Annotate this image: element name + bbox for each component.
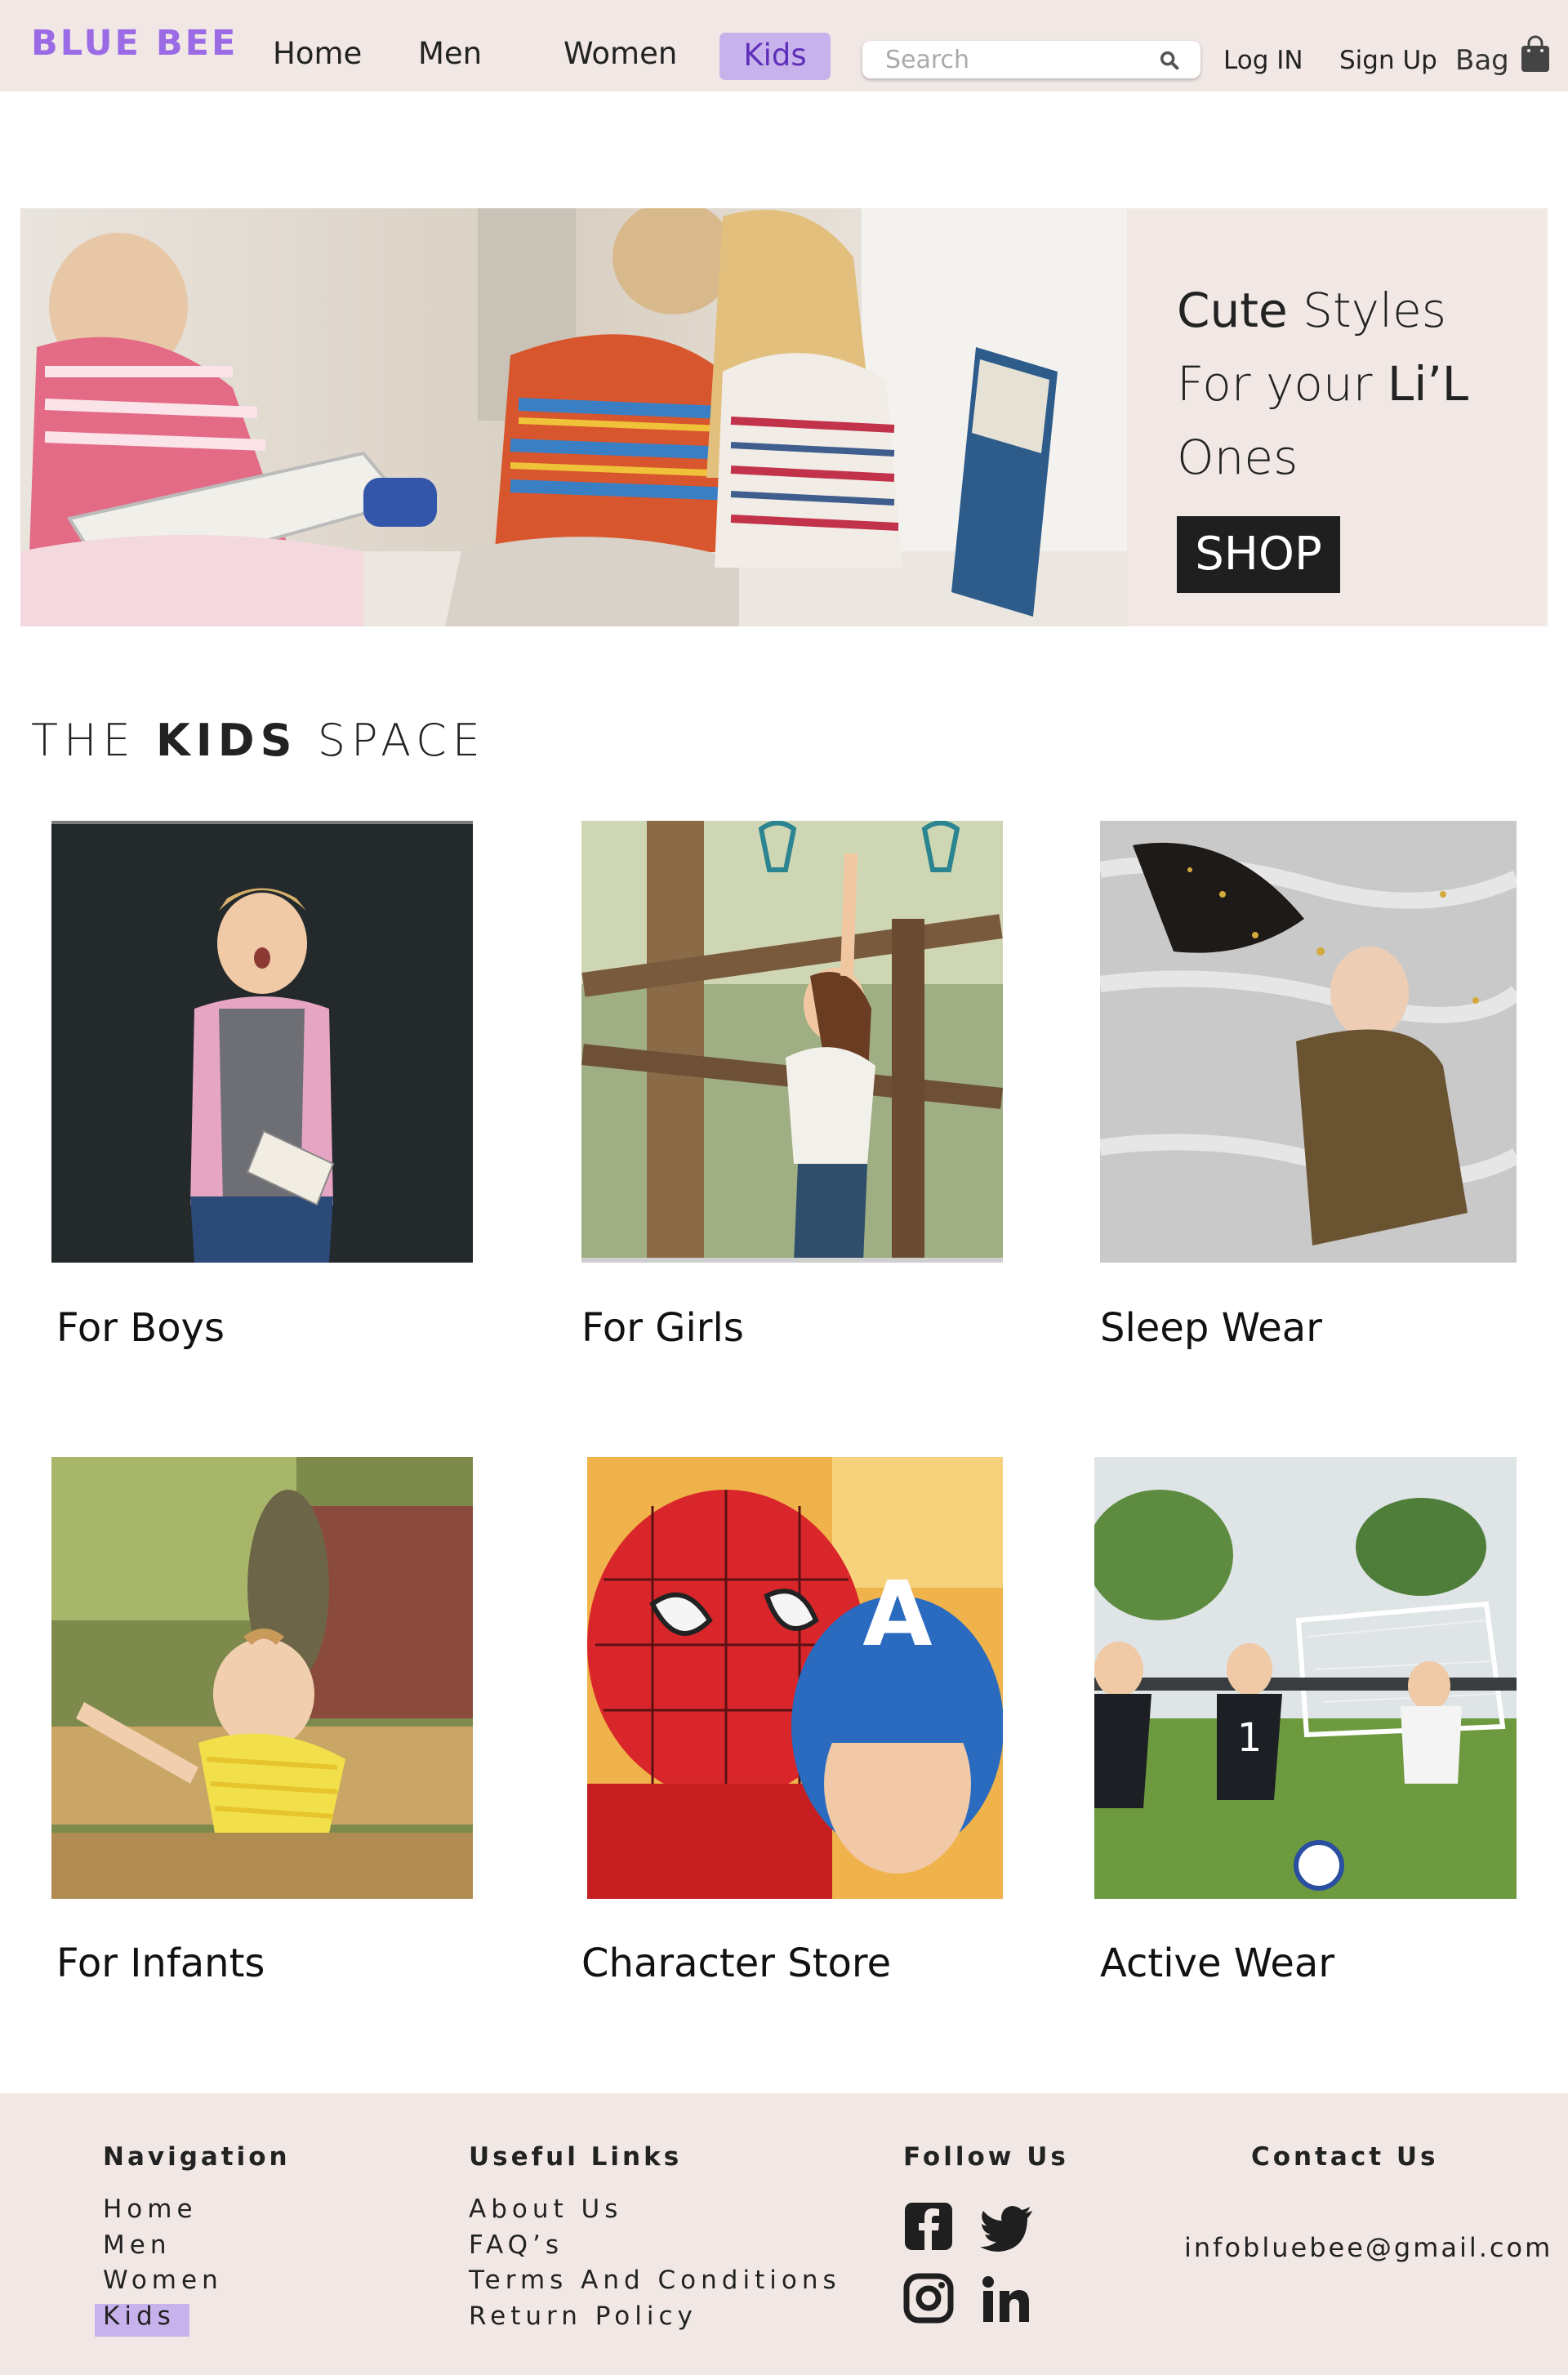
- hero-line-1-bold: Cute: [1177, 283, 1288, 338]
- svg-text:1: 1: [1237, 1715, 1263, 1761]
- twitter-icon[interactable]: [978, 2201, 1036, 2252]
- category-image-activewear[interactable]: 1: [1094, 1457, 1517, 1899]
- hero-line-1-rest: Styles: [1287, 283, 1447, 338]
- hero-line-3: Ones: [1177, 430, 1298, 485]
- nav-home[interactable]: Home: [273, 36, 362, 71]
- search-input[interactable]: [885, 46, 1155, 74]
- category-label-sleepwear[interactable]: Sleep Wear: [1100, 1305, 1322, 1351]
- site-logo[interactable]: BLUE BEE: [31, 23, 238, 64]
- shopping-bag-icon[interactable]: [1519, 34, 1552, 74]
- category-image-girls[interactable]: [581, 821, 1003, 1263]
- nav-kids-active[interactable]: Kids: [719, 33, 831, 80]
- svg-text:A: A: [862, 1562, 932, 1666]
- footer-nav-heading: Navigation: [103, 2142, 291, 2172]
- category-image-boys[interactable]: [51, 821, 473, 1263]
- section-title-pre: THE: [31, 715, 156, 766]
- category-label-character-store[interactable]: Character Store: [581, 1941, 891, 1986]
- bag-link[interactable]: Bag: [1455, 44, 1509, 77]
- hero-line-1: Cute Styles: [1177, 274, 1468, 347]
- category-image-character-store[interactable]: A: [587, 1457, 1003, 1899]
- footer-useful-heading: Useful Links: [469, 2142, 683, 2172]
- footer-nav-men[interactable]: Men: [103, 2230, 171, 2260]
- section-title-bold: KIDS: [155, 715, 298, 766]
- footer-terms-link[interactable]: Terms And Conditions: [469, 2266, 841, 2295]
- search-icon[interactable]: [1158, 49, 1181, 72]
- footer-nav-home[interactable]: Home: [103, 2195, 198, 2224]
- category-label-boys[interactable]: For Boys: [56, 1305, 225, 1351]
- facebook-icon[interactable]: [903, 2201, 954, 2252]
- nav-men[interactable]: Men: [418, 36, 482, 71]
- login-link[interactable]: Log IN: [1223, 46, 1303, 75]
- hero-image: [20, 208, 1127, 626]
- category-label-infants[interactable]: For Infants: [56, 1941, 265, 1986]
- category-label-girls[interactable]: For Girls: [581, 1305, 744, 1351]
- linkedin-icon[interactable]: [980, 2275, 1031, 2325]
- signup-link[interactable]: Sign Up: [1339, 46, 1437, 75]
- footer-contact-heading: Contact Us: [1251, 2142, 1439, 2172]
- hero-line-2: For your Li’L: [1177, 347, 1468, 421]
- section-title-post: SPACE: [297, 715, 486, 766]
- shop-button[interactable]: SHOP: [1177, 516, 1340, 593]
- category-image-infants[interactable]: [51, 1457, 473, 1899]
- hero-line-2-rest: For your: [1177, 356, 1388, 412]
- category-image-sleepwear[interactable]: [1100, 821, 1517, 1263]
- nav-women[interactable]: Women: [564, 36, 677, 71]
- instagram-icon[interactable]: [903, 2273, 954, 2324]
- site-header: BLUE BEE Home Men Women Kids Log IN Sign…: [0, 0, 1568, 91]
- footer-about-link[interactable]: About Us: [469, 2195, 622, 2224]
- search-box: [862, 41, 1200, 78]
- hero-banner: Cute Styles For your Li’L Ones SHOP: [20, 208, 1548, 626]
- category-label-activewear[interactable]: Active Wear: [1100, 1941, 1334, 1986]
- footer-return-link[interactable]: Return Policy: [469, 2301, 697, 2331]
- footer-email[interactable]: infobluebee@gmail.com: [1184, 2232, 1552, 2263]
- footer-nav-kids[interactable]: Kids: [103, 2301, 176, 2331]
- site-footer: Navigation Home Men Women Kids Useful Li…: [0, 2093, 1568, 2375]
- footer-nav-women[interactable]: Women: [103, 2266, 223, 2295]
- footer-faq-link[interactable]: FAQ’s: [469, 2230, 564, 2260]
- footer-follow-heading: Follow Us: [903, 2142, 1069, 2172]
- hero-headline: Cute Styles For your Li’L Ones: [1177, 274, 1468, 494]
- section-title: THE KIDS SPACE: [31, 715, 486, 766]
- hero-line-2-bold: Li’L: [1387, 356, 1469, 412]
